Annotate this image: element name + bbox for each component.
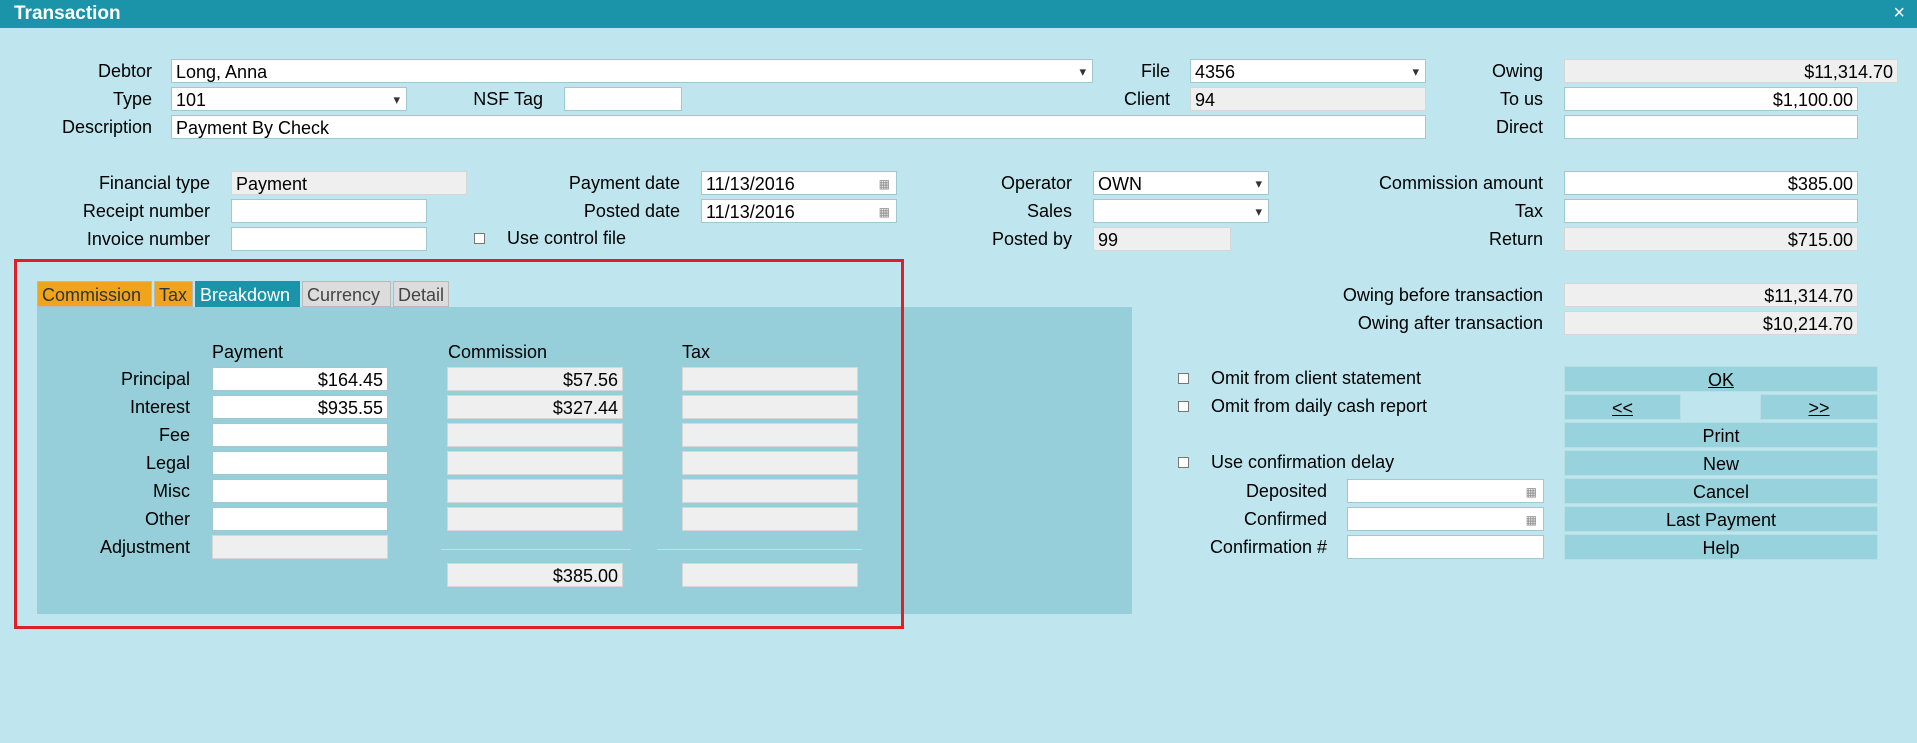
- commission-amount-label: Commission amount: [1378, 173, 1543, 193]
- tax-field[interactable]: [1564, 199, 1858, 223]
- sales-select[interactable]: [1093, 199, 1269, 223]
- confirmation-number-field[interactable]: [1347, 535, 1544, 559]
- last-payment-button-label: Last Payment: [1665, 510, 1777, 530]
- use-control-file-label: Use control file: [507, 228, 627, 248]
- payment-date-field[interactable]: 11/13/2016 ▦: [701, 171, 897, 195]
- payment-date-value: 11/13/2016: [706, 174, 795, 194]
- nsf-tag-field[interactable]: [564, 87, 682, 111]
- owing-after-field: $10,214.70: [1564, 311, 1858, 335]
- new-button[interactable]: New: [1564, 450, 1878, 476]
- direct-field[interactable]: [1564, 115, 1858, 139]
- use-confirmation-delay-label: Use confirmation delay: [1211, 452, 1395, 472]
- omit-client-statement-label: Omit from client statement: [1211, 368, 1422, 388]
- tax-label: Tax: [1514, 201, 1543, 221]
- type-select[interactable]: 101: [171, 87, 407, 111]
- owing-label: Owing: [1491, 61, 1543, 81]
- omit-daily-cash-label: Omit from daily cash report: [1211, 396, 1428, 416]
- direct-label: Direct: [1495, 117, 1543, 137]
- owing-after-label: Owing after transaction: [1357, 313, 1543, 333]
- print-button-label: Print: [1702, 426, 1740, 446]
- calendar-icon[interactable]: ▦: [1526, 480, 1537, 502]
- next-button-label: >>: [1808, 398, 1830, 418]
- cancel-button-label: Cancel: [1692, 482, 1750, 502]
- file-label: File: [1140, 61, 1170, 81]
- invoice-number-field[interactable]: [231, 227, 427, 251]
- receipt-number-field[interactable]: [231, 199, 427, 223]
- new-button-label: New: [1702, 454, 1739, 474]
- operator-label: Operator: [1000, 173, 1072, 193]
- window-title: Transaction: [14, 3, 121, 24]
- use-control-file-checkbox[interactable]: [474, 233, 485, 244]
- debtor-select[interactable]: Long, Anna: [171, 59, 1093, 83]
- previous-button-label: <<: [1611, 398, 1634, 418]
- posted-by-field: 99: [1093, 227, 1231, 251]
- payment-date-label: Payment date: [568, 173, 680, 193]
- cancel-button[interactable]: Cancel: [1564, 478, 1878, 504]
- return-label: Return: [1488, 229, 1543, 249]
- calendar-icon[interactable]: ▦: [879, 200, 890, 222]
- use-confirmation-delay-checkbox[interactable]: [1178, 457, 1189, 468]
- confirmed-field[interactable]: ▦: [1347, 507, 1544, 531]
- sales-label: Sales: [1026, 201, 1072, 221]
- receipt-number-label: Receipt number: [82, 201, 210, 221]
- next-button[interactable]: >>: [1760, 394, 1878, 420]
- invoice-number-label: Invoice number: [86, 229, 210, 249]
- calendar-icon[interactable]: ▦: [1526, 508, 1537, 530]
- posted-date-field[interactable]: 11/13/2016 ▦: [701, 199, 897, 223]
- owing-before-label: Owing before transaction: [1342, 285, 1543, 305]
- ok-button-label: OK: [1707, 370, 1734, 390]
- description-field[interactable]: Payment By Check: [171, 115, 1426, 139]
- deposited-label: Deposited: [1245, 481, 1327, 501]
- ok-button[interactable]: OK: [1564, 366, 1878, 392]
- help-button-label: Help: [1702, 538, 1740, 558]
- help-button[interactable]: Help: [1564, 534, 1878, 560]
- to-us-field[interactable]: $1,100.00: [1564, 87, 1858, 111]
- posted-date-label: Posted date: [583, 201, 680, 221]
- last-payment-button[interactable]: Last Payment: [1564, 506, 1878, 532]
- commission-amount-field[interactable]: $385.00: [1564, 171, 1858, 195]
- financial-type-field: Payment: [231, 171, 467, 195]
- omit-client-statement-checkbox[interactable]: [1178, 373, 1189, 384]
- confirmed-label: Confirmed: [1243, 509, 1327, 529]
- type-label: Type: [112, 89, 152, 109]
- nsf-tag-label: NSF Tag: [473, 89, 543, 109]
- owing-field: $11,314.70: [1564, 59, 1898, 83]
- confirmation-number-label: Confirmation #: [1209, 537, 1327, 557]
- debtor-label: Debtor: [97, 61, 152, 81]
- description-label: Description: [61, 117, 152, 137]
- file-select[interactable]: 4356: [1190, 59, 1426, 83]
- title-bar: Transaction ×: [0, 0, 1917, 28]
- omit-daily-cash-checkbox[interactable]: [1178, 401, 1189, 412]
- financial-type-label: Financial type: [98, 173, 210, 193]
- posted-by-label: Posted by: [991, 229, 1072, 249]
- calendar-icon[interactable]: ▦: [879, 172, 890, 194]
- client-field: 94: [1190, 87, 1426, 111]
- previous-button[interactable]: <<: [1564, 394, 1681, 420]
- print-button[interactable]: Print: [1564, 422, 1878, 448]
- close-icon[interactable]: ×: [1893, 2, 1905, 25]
- posted-date-value: 11/13/2016: [706, 202, 795, 222]
- return-field: $715.00: [1564, 227, 1858, 251]
- owing-before-field: $11,314.70: [1564, 283, 1858, 307]
- highlight-box: [14, 259, 904, 629]
- deposited-field[interactable]: ▦: [1347, 479, 1544, 503]
- to-us-label: To us: [1499, 89, 1543, 109]
- client-label: Client: [1123, 89, 1170, 109]
- operator-select[interactable]: OWN: [1093, 171, 1269, 195]
